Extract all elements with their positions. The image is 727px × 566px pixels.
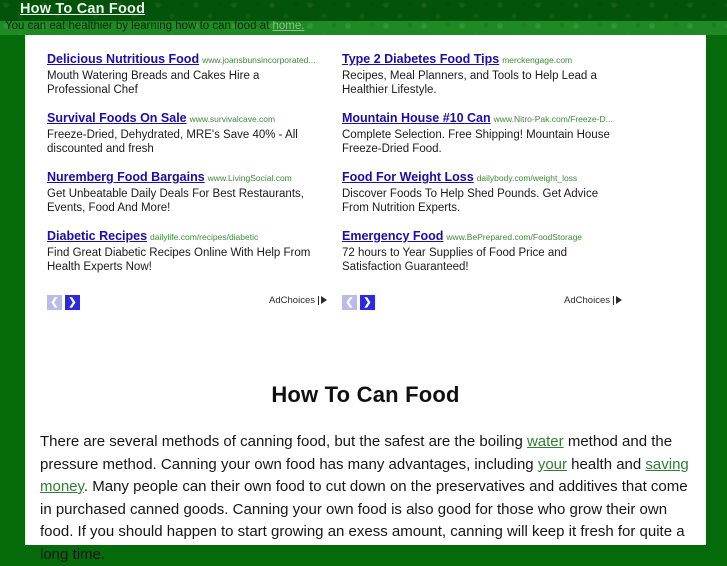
ad-headline-row: Delicious Nutritious Food www.joansbunsin… (47, 51, 337, 68)
ad-title-link[interactable]: Type 2 Diabetes Food Tips (342, 52, 499, 66)
inline-link-your[interactable]: your (538, 456, 567, 473)
ad-unit[interactable]: Diabetic Recipes dailylife.com/recipes/di… (47, 228, 337, 274)
adchoices-label: AdChoices (269, 295, 315, 306)
ad-title-link[interactable]: Food For Weight Loss (342, 170, 474, 184)
ad-description: 72 hours to Year Supplies of Food Price … (342, 247, 568, 273)
inline-link-water[interactable]: water (527, 433, 564, 450)
ad-headline-row: Survival Foods On Sale www.survivalcave.c… (47, 110, 337, 127)
ad-column-left: Delicious Nutritious Food www.joansbunsin… (47, 51, 337, 274)
ad-title-link[interactable]: Diabetic Recipes (47, 229, 147, 243)
ad-display-url: dailylife.com/recipes/diabetic (150, 232, 259, 242)
ad-description: Complete Selection. Free Shipping! Mount… (342, 129, 610, 155)
ad-display-url: merckengage.com (502, 55, 573, 65)
ad-display-url: dailybody.com/weight_loss (476, 173, 578, 183)
ad-description: Discover Foods To Help Shed Pounds. Get … (342, 188, 599, 214)
ad-description: Find Great Diabetic Recipes Online With … (47, 247, 311, 273)
ad-title-link[interactable]: Nuremberg Food Bargains (47, 170, 205, 184)
tagline-prefix: You can eat healthier by learning how to… (5, 21, 273, 32)
right-green-rail (706, 35, 727, 545)
ad-next-arrow-icon[interactable]: ❯ (65, 295, 80, 310)
ad-footer-right: ❮ ❯ AdChoices (342, 295, 622, 311)
ad-description: Freeze-Dried, Dehydrated, MRE's Save 40%… (47, 129, 298, 155)
ad-footer-left: ❮ ❯ AdChoices (47, 295, 327, 311)
ad-headline-row: Type 2 Diabetes Food Tips merckengage.com (342, 51, 632, 68)
ad-headline-row: Emergency Food www.BePrepared.com/FoodSto… (342, 228, 632, 245)
content-sheet: Delicious Nutritious Food www.joansbunsin… (25, 35, 706, 563)
tagline-bar: You can eat healthier by learning how to… (0, 21, 727, 35)
ad-title-link[interactable]: Survival Foods On Sale (47, 111, 187, 125)
ad-headline-row: Nuremberg Food Bargains www.LivingSocial.… (47, 169, 337, 186)
adchoices-label: AdChoices (564, 295, 610, 306)
advertisement-region: Delicious Nutritious Food www.joansbunsin… (25, 35, 706, 310)
ad-unit[interactable]: Emergency Food www.BePrepared.com/FoodSto… (342, 228, 632, 274)
ad-unit[interactable]: Nuremberg Food Bargains www.LivingSocial.… (47, 169, 337, 215)
ad-description: Mouth Watering Breads and Cakes Hire a P… (47, 70, 260, 96)
ad-headline-row: Mountain House #10 Can www.Nitro-Pak.com/… (342, 110, 632, 127)
ad-headline-row: Diabetic Recipes dailylife.com/recipes/di… (47, 228, 337, 245)
ad-title-link[interactable]: Mountain House #10 Can (342, 111, 491, 125)
ad-unit[interactable]: Delicious Nutritious Food www.joansbunsin… (47, 51, 337, 97)
adchoices-control[interactable]: AdChoices (564, 295, 622, 306)
left-green-rail (0, 35, 25, 545)
ad-prev-arrow-icon[interactable]: ❮ (342, 295, 357, 310)
ad-title-link[interactable]: Delicious Nutritious Food (47, 52, 199, 66)
ad-unit[interactable]: Type 2 Diabetes Food Tips merckengage.com… (342, 51, 632, 97)
tagline-text: You can eat healthier by learning how to… (5, 21, 304, 32)
adchoices-icon (613, 296, 622, 305)
article-paragraph: There are several methods of canning foo… (40, 431, 703, 566)
paragraph-text-part: There are several methods of canning foo… (40, 433, 527, 450)
ad-description: Get Unbeatable Daily Deals For Best Rest… (47, 188, 304, 214)
ad-unit[interactable]: Mountain House #10 Can www.Nitro-Pak.com/… (342, 110, 632, 156)
ad-unit[interactable]: Survival Foods On Sale www.survivalcave.c… (47, 110, 337, 156)
ad-display-url: www.joansbunsincorporated... (202, 55, 316, 65)
tagline-home-link[interactable]: home. (272, 21, 304, 32)
ad-display-url: www.LivingSocial.com (207, 173, 292, 183)
ad-description: Recipes, Meal Planners, and Tools to Hel… (342, 70, 597, 96)
adchoices-icon (318, 296, 327, 305)
ad-display-url: www.Nitro-Pak.com/Freeze-D... (493, 114, 613, 124)
adchoices-control[interactable]: AdChoices (269, 295, 327, 306)
ad-next-arrow-icon[interactable]: ❯ (360, 295, 375, 310)
paragraph-text-part: . Many people can their own food to cut … (40, 478, 688, 563)
ad-display-url: www.BePrepared.com/FoodStorage (446, 232, 583, 242)
ad-headline-row: Food For Weight Loss dailybody.com/weight… (342, 169, 632, 186)
page-title: How To Can Food (271, 381, 460, 407)
ad-unit[interactable]: Food For Weight Loss dailybody.com/weight… (342, 169, 632, 215)
ad-column-right: Type 2 Diabetes Food Tips merckengage.com… (342, 51, 632, 274)
site-title-banner: How To Can Food (0, 0, 727, 21)
ad-display-url: www.survivalcave.com (189, 114, 276, 124)
ad-title-link[interactable]: Emergency Food (342, 229, 443, 243)
site-title-link[interactable]: How To Can Food (20, 1, 145, 17)
ad-prev-arrow-icon[interactable]: ❮ (47, 295, 62, 310)
paragraph-text-part: health and (567, 455, 646, 473)
